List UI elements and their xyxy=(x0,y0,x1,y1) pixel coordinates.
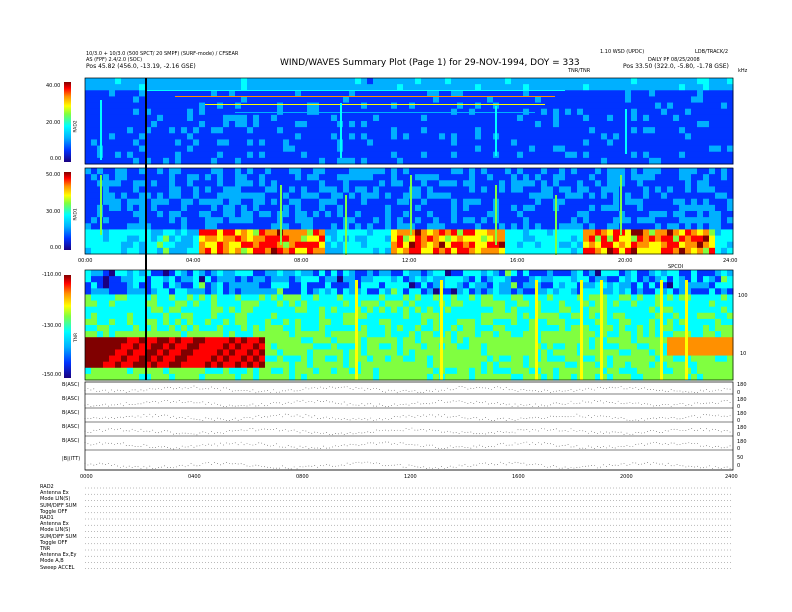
mag-xtick-3: 1200 xyxy=(404,474,417,480)
mag-xtick-0: 0000 xyxy=(80,474,93,480)
tnr-label: TNR xyxy=(74,332,80,343)
summary-plot xyxy=(64,77,734,569)
mag-rtick-8: 180 xyxy=(737,439,747,445)
rad1-xtick-6: 24:00 xyxy=(723,258,738,264)
footer-line: Sweep ACCEL xyxy=(40,564,75,571)
mag-row-label-3: B(ASC) xyxy=(62,424,80,430)
tnr-spike xyxy=(355,280,358,380)
mag-rtick-0: 180 xyxy=(737,382,747,388)
mag-rtick-2: 180 xyxy=(737,397,747,403)
mag-rtick-7: 0 xyxy=(737,432,741,438)
tnr-spike xyxy=(660,280,663,380)
rad1-xtick-1: 04:00 xyxy=(186,258,201,264)
footer-line: SUM/DIFF SUM xyxy=(40,533,77,540)
rad2-emission-line xyxy=(235,112,535,113)
rad2-ytick-top: 40.00 xyxy=(46,83,61,89)
tnr-ytick-bot: -150.00 xyxy=(42,372,62,378)
rad1-burst xyxy=(100,175,102,235)
tnr-ytick-mid: -130.00 xyxy=(42,323,62,329)
rad1-label: RAD1 xyxy=(73,208,79,221)
mag-rtick-6: 180 xyxy=(737,425,747,431)
rad1-burst xyxy=(555,195,557,255)
rad1-xtick-0: 00:00 xyxy=(78,258,93,264)
rad2-ytick-mid: 20.00 xyxy=(46,120,61,126)
colorbar-rad1 xyxy=(64,172,71,250)
mag-rtick-9: 0 xyxy=(737,446,741,452)
mag-rtick-1: 0 xyxy=(737,390,741,396)
rad2-spectrogram xyxy=(85,78,734,165)
colorbar-rad2 xyxy=(64,82,71,162)
mag-row-label-5: |B|(ITT) xyxy=(62,456,81,462)
footer-line: Mode A,B xyxy=(40,558,64,565)
rad1-ytick-bot: 0.00 xyxy=(50,245,62,251)
rad1-xtick-5: 20:00 xyxy=(618,258,633,264)
rad1-burst xyxy=(280,185,282,245)
mag-rtick-3: 0 xyxy=(737,404,741,410)
rad2-burst xyxy=(495,106,497,156)
mag-rtick-4: 180 xyxy=(737,411,747,417)
rad2-burst xyxy=(340,103,342,158)
tnr-right-tick-100: 100 xyxy=(738,293,748,299)
rad1-ytick-mid: 30.00 xyxy=(46,209,61,215)
mag-rtick-5: 0 xyxy=(737,418,741,424)
footer-line: Mode LIN(S) xyxy=(40,496,71,503)
mag-xtick-1: 0400 xyxy=(188,474,201,480)
rad1-burst xyxy=(495,185,497,245)
rad1-spectrogram xyxy=(85,168,734,255)
rad1-xtick-3: 12:00 xyxy=(402,258,417,264)
tnr-ytick-top: -110.00 xyxy=(42,272,62,278)
tnr-spike xyxy=(535,280,538,380)
rad2-emission-line xyxy=(205,104,545,105)
mag-row-label-1: B(ASC) xyxy=(62,396,80,402)
rad2-burst xyxy=(100,100,102,160)
rad1-x-right-label: SPCOI xyxy=(668,264,684,270)
mag-xtick-4: 1600 xyxy=(512,474,525,480)
mag-xtick-2: 0800 xyxy=(296,474,309,480)
tnr-spike xyxy=(580,280,583,380)
rad1-burst xyxy=(620,175,622,235)
rad2-emission-line xyxy=(145,90,565,91)
mag-row-label-2: B(ASC) xyxy=(62,410,80,416)
mag-rtick-11: 0 xyxy=(737,463,741,469)
rad2-ytick-bot: 0.00 xyxy=(50,156,62,162)
tnr-spike xyxy=(685,280,688,380)
mag-xtick-5: 2000 xyxy=(620,474,633,480)
rad2-emission-line xyxy=(175,96,555,97)
mag-row-label-0: B(ASC) xyxy=(62,382,80,388)
rad1-burst xyxy=(410,175,412,235)
mag-row-label-4: B(ASC) xyxy=(62,438,80,444)
footer-dotted-lines xyxy=(85,487,733,569)
rad1-xtick-4: 16:00 xyxy=(510,258,525,264)
rad2-label: RAD2 xyxy=(73,120,79,133)
rad2-burst xyxy=(625,109,627,154)
data-gap-line xyxy=(145,78,147,380)
mag-xtick-6: 2400 xyxy=(725,474,738,480)
tnr-spike xyxy=(600,280,603,380)
magnetometer-panels xyxy=(84,385,733,471)
rad1-burst xyxy=(345,195,347,255)
footer-line: SUM/DIFF SUM xyxy=(40,502,77,509)
colorbar-tnr xyxy=(64,275,71,378)
rad1-xtick-2: 08:00 xyxy=(294,258,309,264)
mag-rtick-10: 50 xyxy=(737,455,744,461)
tnr-spike xyxy=(440,280,443,380)
footer-line: Mode LIN(S) xyxy=(40,527,71,534)
tnr-right-tick-10: 10 xyxy=(740,351,747,357)
rad1-ytick-top: 50.00 xyxy=(46,172,61,178)
